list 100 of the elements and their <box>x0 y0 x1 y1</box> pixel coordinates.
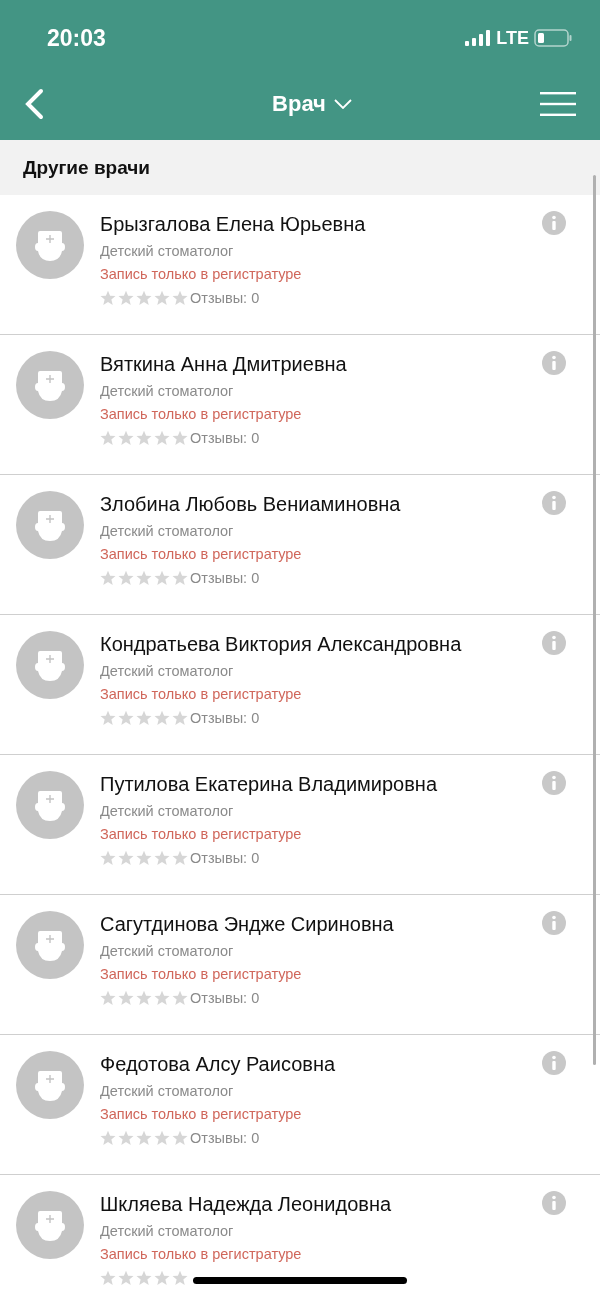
star-icon <box>154 850 170 866</box>
booking-note: Запись только в регистратуре <box>100 685 303 703</box>
booking-note: Запись только в регистратуре <box>100 265 303 283</box>
info-icon[interactable] <box>542 1191 566 1215</box>
battery-icon <box>534 29 572 47</box>
review-count: Отзывы: 0 <box>190 850 260 866</box>
booking-note: Запись только в регистратуре <box>100 965 303 983</box>
info-icon[interactable] <box>542 631 566 655</box>
status-time: 20:03 <box>47 24 106 52</box>
star-icon <box>154 1130 170 1146</box>
doctor-specialty: Детский стоматолог <box>100 942 235 960</box>
star-icon <box>154 1270 170 1286</box>
booking-note: Запись только в регистратуре <box>100 1245 303 1263</box>
star-icon <box>100 850 116 866</box>
star-icon <box>118 850 134 866</box>
review-count: Отзывы: 0 <box>190 710 260 726</box>
star-icon <box>136 990 152 1006</box>
star-icon <box>136 430 152 446</box>
star-icon <box>100 710 116 726</box>
doctor-name: Злобина Любовь Вениаминовна <box>100 492 402 517</box>
star-icon <box>100 990 116 1006</box>
doctor-row[interactable]: Путилова Екатерина Владимировна Детский стоматолог Запись только в регистратуре Отзывы: 0 <box>0 755 600 895</box>
doctor-name: Брызгалова Елена Юрьевна <box>100 212 367 237</box>
doctor-specialty: Детский стоматолог <box>100 242 235 260</box>
star-icon <box>100 430 116 446</box>
info-icon[interactable] <box>542 491 566 515</box>
doctor-name: Вяткина Анна Дмитриевна <box>100 352 348 377</box>
doctor-row[interactable]: Вяткина Анна Дмитриевна Детский стоматолог Запись только в регистратуре Отзывы: 0 <box>0 335 600 475</box>
doctor-specialty: Детский стоматолог <box>100 802 235 820</box>
star-icon <box>118 1130 134 1146</box>
info-icon[interactable] <box>542 211 566 235</box>
star-icon <box>172 1130 188 1146</box>
star-icon <box>172 430 188 446</box>
star-icon <box>118 570 134 586</box>
star-icon <box>118 990 134 1006</box>
doctor-specialty: Детский стоматолог <box>100 1082 235 1100</box>
doctor-specialty: Детский стоматолог <box>100 382 235 400</box>
booking-note: Запись только в регистратуре <box>100 545 303 563</box>
signal-icon <box>465 30 492 46</box>
info-icon[interactable] <box>542 911 566 935</box>
avatar-icon <box>16 211 84 279</box>
doctor-name: Федотова Алсу Раисовна <box>100 1052 337 1077</box>
avatar-icon <box>16 351 84 419</box>
booking-note: Запись только в регистратуре <box>100 405 303 423</box>
info-icon[interactable] <box>542 771 566 795</box>
nav-title[interactable]: Врач <box>272 91 326 117</box>
star-icon <box>136 1270 152 1286</box>
star-icon <box>118 710 134 726</box>
star-icon <box>136 1130 152 1146</box>
star-icon <box>100 1270 116 1286</box>
star-icon <box>172 990 188 1006</box>
doctor-specialty: Детский стоматолог <box>100 1222 235 1240</box>
avatar-icon <box>16 491 84 559</box>
star-icon <box>118 1270 134 1286</box>
avatar-icon <box>16 631 84 699</box>
doctor-row[interactable]: Сагутдинова Эндже Сириновна Детский стоматолог Запись только в регистратуре Отзывы: 0 <box>0 895 600 1035</box>
star-icon <box>154 570 170 586</box>
doctor-name: Сагутдинова Эндже Сириновна <box>100 912 395 937</box>
star-icon <box>118 290 134 306</box>
doctor-row[interactable]: Федотова Алсу Раисовна Детский стоматолог Запись только в регистратуре Отзывы: 0 <box>0 1035 600 1175</box>
star-icon <box>154 990 170 1006</box>
doctor-name: Путилова Екатерина Владимировна <box>100 772 439 797</box>
star-icon <box>172 570 188 586</box>
star-icon <box>100 290 116 306</box>
star-icon <box>118 430 134 446</box>
star-icon <box>100 570 116 586</box>
avatar-icon <box>16 771 84 839</box>
doctor-specialty: Детский стоматолог <box>100 662 235 680</box>
star-icon <box>172 850 188 866</box>
network-label: LTE <box>496 27 529 49</box>
doctor-name: Шкляева Надежда Леонидовна <box>100 1192 393 1217</box>
doctor-specialty: Детский стоматолог <box>100 522 235 540</box>
section-title: Другие врачи <box>23 156 150 179</box>
menu-icon[interactable] <box>540 91 576 117</box>
doctor-row[interactable]: Злобина Любовь Вениаминовна Детский стоматолог Запись только в регистратуре Отзывы: 0 <box>0 475 600 615</box>
doctor-row[interactable]: Брызгалова Елена Юрьевна Детский стоматолог Запись только в регистратуре Отзывы: 0 <box>0 195 600 335</box>
avatar-icon <box>16 1191 84 1259</box>
star-icon <box>172 1270 188 1286</box>
star-icon <box>172 290 188 306</box>
star-icon <box>136 710 152 726</box>
back-icon[interactable] <box>24 88 44 120</box>
review-count: Отзывы: 0 <box>190 990 260 1006</box>
avatar-icon <box>16 911 84 979</box>
star-icon <box>154 710 170 726</box>
star-icon <box>154 430 170 446</box>
review-count: Отзывы: 0 <box>190 290 260 306</box>
chevron-down-icon[interactable] <box>333 99 352 109</box>
review-count: Отзывы: 0 <box>190 570 260 586</box>
star-icon <box>154 290 170 306</box>
avatar-icon <box>16 1051 84 1119</box>
info-icon[interactable] <box>542 351 566 375</box>
info-icon[interactable] <box>542 1051 566 1075</box>
star-icon <box>136 290 152 306</box>
star-icon <box>136 570 152 586</box>
star-icon <box>172 710 188 726</box>
doctor-row[interactable]: Кондратьева Виктория Александровна Детский стоматолог Запись только в регистратуре Отзывы: 0 <box>0 615 600 755</box>
booking-note: Запись только в регистратуре <box>100 825 303 843</box>
review-count: Отзывы: 0 <box>190 430 260 446</box>
review-count: Отзывы: 0 <box>190 1130 260 1146</box>
doctor-name: Кондратьева Виктория Александровна <box>100 632 463 657</box>
